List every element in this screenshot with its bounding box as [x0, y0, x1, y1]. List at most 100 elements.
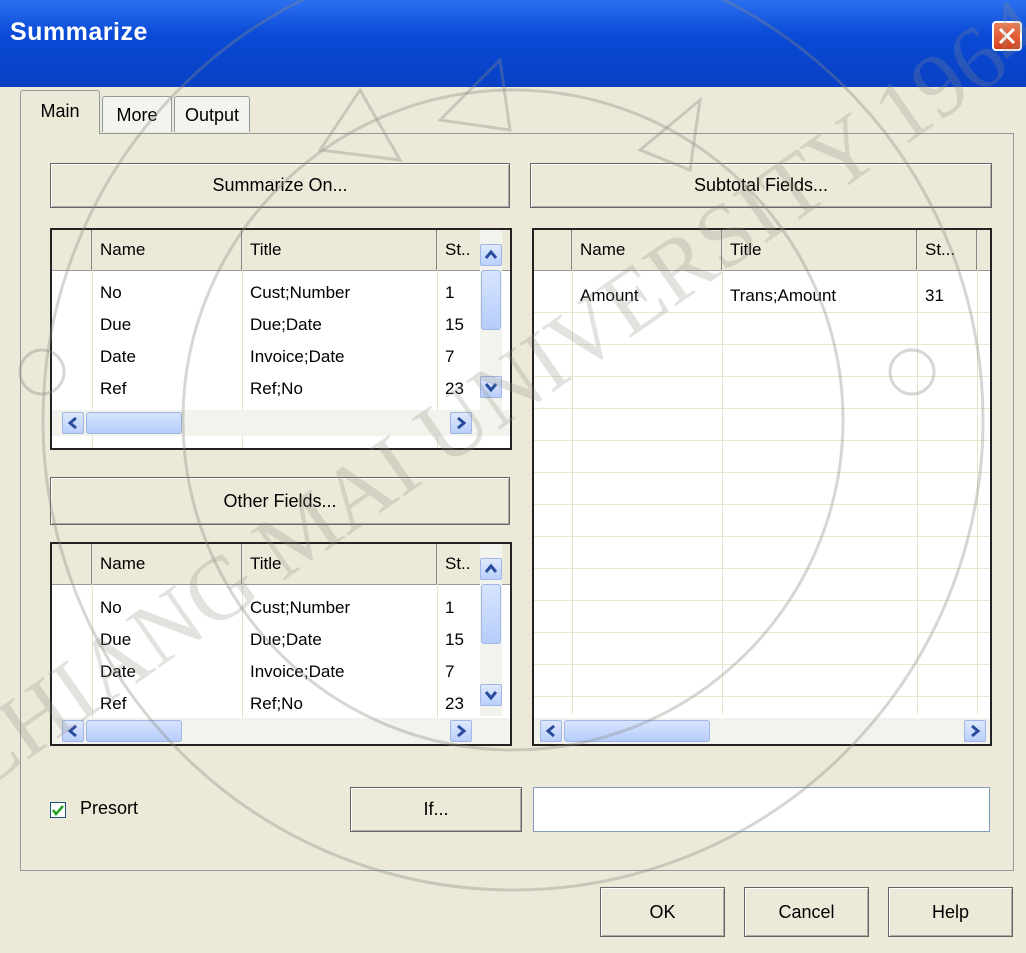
horizontal-scroll-thumb[interactable] — [86, 720, 182, 742]
column-header-title[interactable]: Title — [722, 230, 917, 270]
cell-st: 31 — [925, 286, 944, 305]
other-fields-grid[interactable]: Name Title St.. No Cust;Number 1 Due Due… — [50, 542, 512, 746]
scroll-right-icon[interactable] — [450, 720, 472, 742]
column-header-st[interactable]: St.. — [437, 544, 481, 584]
subtotal-fields-label: Subtotal Fields... — [693, 175, 829, 195]
grid-header: Name Title St.. — [52, 544, 510, 585]
ok-label: OK — [649, 902, 676, 922]
table-row[interactable]: Ref Ref;No 23 — [52, 688, 510, 720]
cell-st: 23 — [445, 694, 464, 713]
checkmark-icon — [52, 805, 64, 816]
table-row[interactable]: No Cust;Number 1 — [52, 592, 510, 624]
summarize-on-button[interactable]: Summarize On... — [50, 163, 510, 208]
grid-header: Name Title St... — [534, 230, 990, 271]
summarize-dialog: Summarize Main More Output Summarize On.… — [0, 0, 1026, 953]
cell-st: 15 — [445, 315, 464, 334]
cell-name: Date — [100, 347, 136, 366]
column-header-name[interactable]: Name — [92, 230, 242, 270]
column-header-st[interactable]: St.. — [437, 230, 481, 270]
horizontal-scroll-thumb[interactable] — [86, 412, 182, 434]
row-indicator-header — [52, 230, 92, 270]
tab-output[interactable]: Output — [174, 96, 250, 132]
help-label: Help — [931, 902, 970, 922]
table-row[interactable]: Amount Trans;Amount 31 — [534, 280, 990, 312]
ok-button[interactable]: OK — [600, 887, 725, 937]
cell-st: 7 — [445, 347, 455, 366]
cell-st: 1 — [445, 598, 455, 617]
presort-checkbox[interactable] — [50, 802, 66, 818]
column-header-name[interactable]: Name — [572, 230, 722, 270]
cell-name: No — [100, 283, 122, 302]
cell-name: Amount — [580, 286, 639, 305]
title-bar: Summarize — [0, 0, 1026, 87]
cell-st: 7 — [445, 662, 455, 681]
table-row[interactable]: Ref Ref;No 23 — [52, 373, 510, 405]
column-header-st[interactable]: St... — [917, 230, 977, 270]
scroll-down-icon[interactable] — [480, 376, 502, 398]
cell-title: Due;Date — [250, 315, 322, 334]
cell-title: Cust;Number — [250, 283, 351, 302]
cancel-label: Cancel — [778, 902, 835, 922]
cell-title: Ref;No — [250, 694, 303, 713]
cell-name: Due — [100, 630, 132, 649]
window-title: Summarize — [10, 18, 148, 46]
cell-name: Date — [100, 662, 136, 681]
column-header-title[interactable]: Title — [242, 544, 437, 584]
other-fields-label: Other Fields... — [223, 491, 337, 511]
cell-name: Ref — [100, 379, 127, 398]
cell-title: Trans;Amount — [730, 286, 837, 305]
cell-name: Ref — [100, 694, 127, 713]
column-header-name[interactable]: Name — [92, 544, 242, 584]
table-row[interactable]: No Cust;Number 1 — [52, 277, 510, 309]
scroll-right-icon[interactable] — [450, 412, 472, 434]
table-row[interactable]: Due Due;Date 15 — [52, 309, 510, 341]
table-row[interactable]: Date Invoice;Date 7 — [52, 656, 510, 688]
vertical-scrollbar[interactable] — [480, 544, 502, 716]
horizontal-scroll-thumb[interactable] — [564, 720, 710, 742]
table-row[interactable]: Date Invoice;Date 7 — [52, 341, 510, 373]
close-icon — [998, 27, 1016, 45]
horizontal-scrollbar[interactable] — [52, 410, 510, 436]
if-button[interactable]: If... — [350, 787, 522, 832]
tab-more[interactable]: More — [102, 96, 172, 132]
grid-header: Name Title St.. — [52, 230, 510, 271]
scroll-left-icon[interactable] — [540, 720, 562, 742]
presort-label: Presort — [80, 798, 139, 818]
scroll-up-icon[interactable] — [480, 558, 502, 580]
row-indicator-header — [52, 544, 92, 584]
summarize-on-grid[interactable]: Name Title St.. No Cust;Number 1 Due Due… — [50, 228, 512, 450]
column-header-title[interactable]: Title — [242, 230, 437, 270]
cell-title: Invoice;Date — [250, 347, 345, 366]
scroll-left-icon[interactable] — [62, 720, 84, 742]
scroll-right-icon[interactable] — [964, 720, 986, 742]
if-expression-input[interactable] — [533, 787, 990, 832]
cell-title: Invoice;Date — [250, 662, 345, 681]
scroll-down-icon[interactable] — [480, 684, 502, 706]
vertical-scroll-thumb[interactable] — [481, 584, 501, 644]
cell-st: 15 — [445, 630, 464, 649]
subtotal-fields-grid[interactable]: Name Title St... Amount Trans;Amount 31 — [532, 228, 992, 746]
close-button[interactable] — [992, 21, 1022, 51]
summarize-on-label: Summarize On... — [212, 175, 348, 195]
horizontal-scrollbar[interactable] — [534, 718, 990, 744]
cancel-button[interactable]: Cancel — [744, 887, 869, 937]
vertical-scrollbar[interactable] — [480, 230, 502, 410]
other-fields-button[interactable]: Other Fields... — [50, 477, 510, 525]
table-row[interactable]: Due Due;Date 15 — [52, 624, 510, 656]
help-button[interactable]: Help — [888, 887, 1013, 937]
cell-name: No — [100, 598, 122, 617]
row-indicator-header — [534, 230, 572, 270]
cell-title: Cust;Number — [250, 598, 351, 617]
horizontal-scrollbar[interactable] — [52, 718, 510, 744]
subtotal-fields-button[interactable]: Subtotal Fields... — [530, 163, 992, 208]
cell-title: Ref;No — [250, 379, 303, 398]
cell-title: Due;Date — [250, 630, 322, 649]
if-label: If... — [423, 799, 449, 819]
scroll-left-icon[interactable] — [62, 412, 84, 434]
cell-st: 23 — [445, 379, 464, 398]
scroll-up-icon[interactable] — [480, 244, 502, 266]
cell-st: 1 — [445, 283, 455, 302]
tab-main[interactable]: Main — [20, 90, 100, 134]
cell-name: Due — [100, 315, 132, 334]
vertical-scroll-thumb[interactable] — [481, 270, 501, 330]
